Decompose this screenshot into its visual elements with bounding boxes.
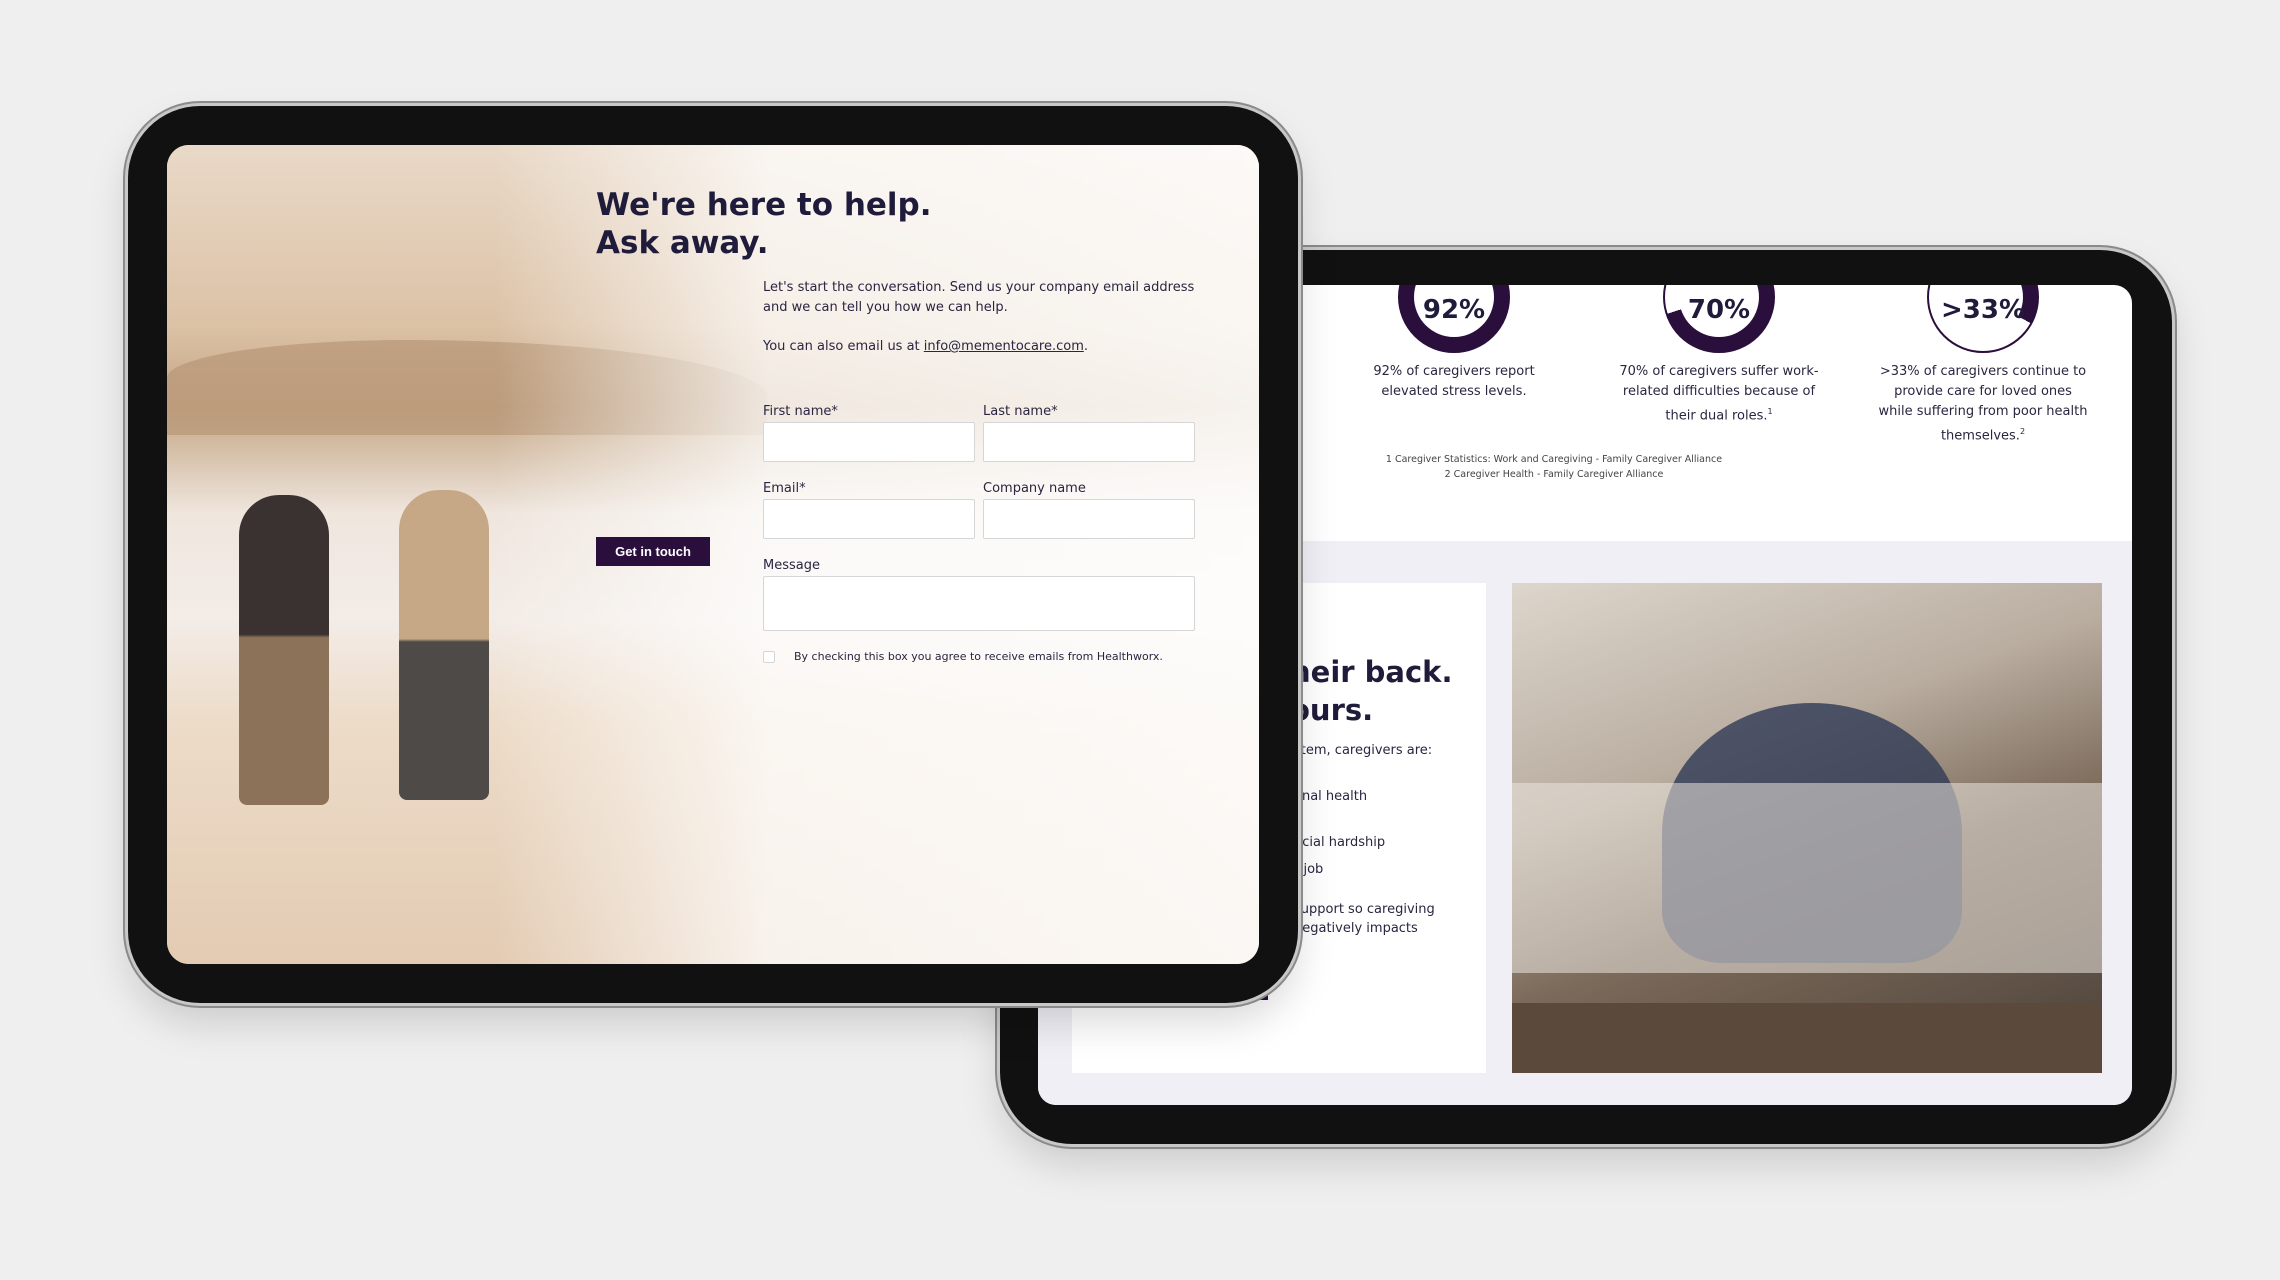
email-link[interactable]: info@mementocare.com (924, 339, 1084, 354)
stat-ring-33: >33% (1927, 285, 2039, 353)
email-label: Email* (763, 481, 806, 496)
list-item: ncial hardship (1294, 835, 1386, 850)
table (1512, 1003, 2102, 1073)
list-item: onal health (1294, 789, 1368, 804)
company-input[interactable] (983, 499, 1195, 539)
first-name-input[interactable] (763, 422, 975, 462)
support-intro: stem, caregivers are: (1294, 743, 1433, 758)
contact-page (167, 145, 1259, 964)
support-heading: heir back. ours. (1290, 655, 1453, 727)
message-label: Message (763, 558, 820, 573)
last-name-input[interactable] (983, 422, 1195, 462)
footnote: 2 Caregiver Health - Family Caregiver Al… (1444, 469, 1664, 480)
stat-value: >33% (1941, 285, 2025, 337)
family-photo (1512, 583, 2102, 1073)
stat-description: 92% of caregivers report elevated stress… (1373, 364, 1535, 399)
contact-title: We're here to help. Ask away. (596, 187, 932, 261)
consent-label: By checking this box you agree to receiv… (794, 650, 1163, 663)
first-name-label: First name* (763, 404, 838, 419)
message-textarea[interactable] (763, 576, 1195, 631)
list-item: negatively impacts (1294, 921, 1418, 936)
get-in-touch-button[interactable]: Get in touch (596, 537, 710, 566)
list-item: support so caregiving (1294, 902, 1435, 917)
stat-value: 92% (1414, 285, 1494, 337)
contact-intro: Let's start the conversation. Send us yo… (763, 280, 1195, 315)
stat-description: 70% of caregivers suffer work-related di… (1619, 364, 1819, 424)
stat-ring-70: 70% (1663, 285, 1775, 353)
sofa (1512, 783, 2102, 973)
consent-checkbox[interactable] (763, 651, 775, 663)
last-name-label: Last name* (983, 404, 1058, 419)
stat-value: 70% (1679, 285, 1759, 337)
photo-overlay (167, 145, 1259, 964)
footnote: 1 Caregiver Statistics: Work and Caregiv… (1385, 454, 1723, 465)
company-label: Company name (983, 481, 1086, 496)
email-input[interactable] (763, 499, 975, 539)
stat-description: >33% of caregivers continue to provide c… (1878, 364, 2088, 444)
stat-ring-92: 92% (1398, 285, 1510, 353)
list-item: r job (1294, 862, 1324, 877)
email-line: You can also email us at info@mementocar… (763, 339, 1088, 354)
